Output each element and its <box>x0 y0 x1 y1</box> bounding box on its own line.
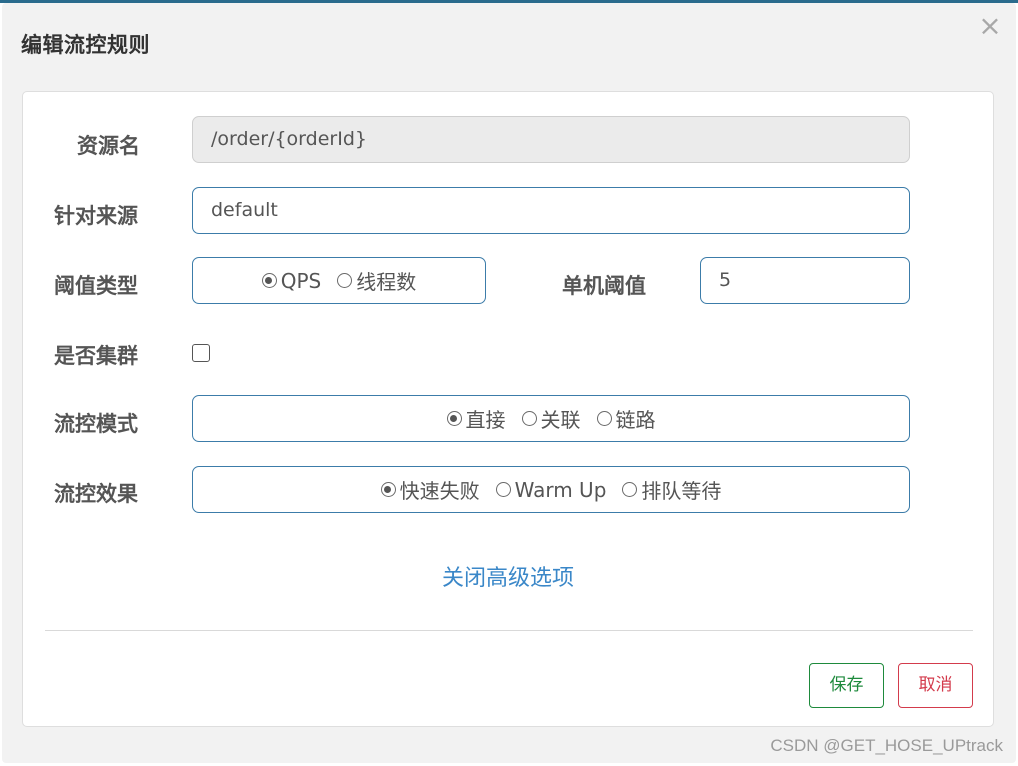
close-icon[interactable]: × <box>978 11 1002 41</box>
csdn-watermark: CSDN @GET_HOSE_UPtrack <box>770 736 1003 755</box>
single-threshold-input[interactable]: 5 <box>700 257 910 304</box>
threshold-type-qps-radio[interactable]: QPS <box>261 268 322 293</box>
control-mode-label: 流控模式 <box>54 412 138 436</box>
save-button[interactable]: 保存 <box>809 663 884 708</box>
control-effect-radio-group: 快速失败 Warm Up 排队等待 <box>192 466 910 513</box>
control-effect-warm-up-radio[interactable]: Warm Up <box>495 477 607 502</box>
limit-app-label: 针对来源 <box>54 204 138 228</box>
radio-label: 关联 <box>540 408 581 432</box>
form-panel: 资源名 /order/{orderId} 针对来源 default 阈值类型 Q… <box>22 91 994 727</box>
cluster-checkbox[interactable] <box>192 344 210 362</box>
radio-checked-icon <box>446 411 462 426</box>
radio-label: 线程数 <box>356 270 417 294</box>
dialog-title: 编辑流控规则 <box>21 33 150 57</box>
radio-label: Warm Up <box>514 477 607 502</box>
control-effect-fail-fast-radio[interactable]: 快速失败 <box>380 475 480 504</box>
radio-label: 直接 <box>465 408 506 432</box>
cancel-button[interactable]: 取消 <box>898 663 973 708</box>
threshold-type-label: 阈值类型 <box>54 274 138 298</box>
radio-unchecked-icon <box>495 482 511 497</box>
cluster-label: 是否集群 <box>54 344 138 368</box>
control-mode-radio-group: 直接 关联 链路 <box>192 395 910 442</box>
radio-label: 链路 <box>615 408 656 432</box>
close-advanced-options-link[interactable]: 关闭高级选项 <box>23 560 993 592</box>
threshold-type-thread-radio[interactable]: 线程数 <box>337 266 416 295</box>
radio-unchecked-icon <box>337 273 353 288</box>
radio-unchecked-icon <box>521 411 537 426</box>
single-threshold-label: 单机阈值 <box>562 274 646 298</box>
footer-divider <box>45 630 973 631</box>
radio-unchecked-icon <box>596 411 612 426</box>
threshold-type-radio-group: QPS 线程数 <box>192 257 486 304</box>
control-mode-relate-radio[interactable]: 关联 <box>521 404 581 433</box>
control-effect-queue-radio[interactable]: 排队等待 <box>622 475 721 504</box>
resource-name-label: 资源名 <box>77 134 140 158</box>
resource-name-input: /order/{orderId} <box>192 116 910 163</box>
radio-label: QPS <box>280 268 322 293</box>
control-mode-direct-radio[interactable]: 直接 <box>446 404 506 433</box>
radio-unchecked-icon <box>622 482 638 497</box>
radio-checked-icon <box>261 273 277 288</box>
limit-app-input[interactable]: default <box>192 187 910 234</box>
edit-flow-rule-dialog: 编辑流控规则 × 资源名 /order/{orderId} 针对来源 defau… <box>2 3 1016 763</box>
radio-label: 排队等待 <box>641 479 722 503</box>
radio-checked-icon <box>380 482 396 497</box>
radio-label: 快速失败 <box>399 479 480 503</box>
control-effect-label: 流控效果 <box>54 482 138 506</box>
control-mode-chain-radio[interactable]: 链路 <box>596 404 656 433</box>
